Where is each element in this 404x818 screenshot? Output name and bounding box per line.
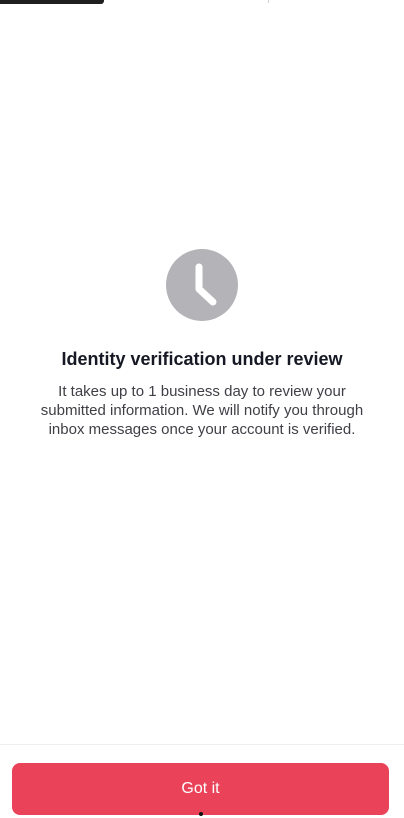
got-it-button[interactable]: Got it <box>12 763 389 815</box>
home-indicator <box>199 812 203 816</box>
status-bar-tick <box>268 0 269 3</box>
status-bar-fragment <box>0 0 104 4</box>
status-content: Identity verification under review It ta… <box>0 249 404 439</box>
bottom-divider <box>0 744 404 745</box>
status-message: It takes up to 1 business day to review … <box>40 383 364 438</box>
verification-review-screen: Identity verification under review It ta… <box>0 0 404 818</box>
clock-icon <box>166 249 238 321</box>
status-title: Identity verification under review <box>61 349 343 369</box>
